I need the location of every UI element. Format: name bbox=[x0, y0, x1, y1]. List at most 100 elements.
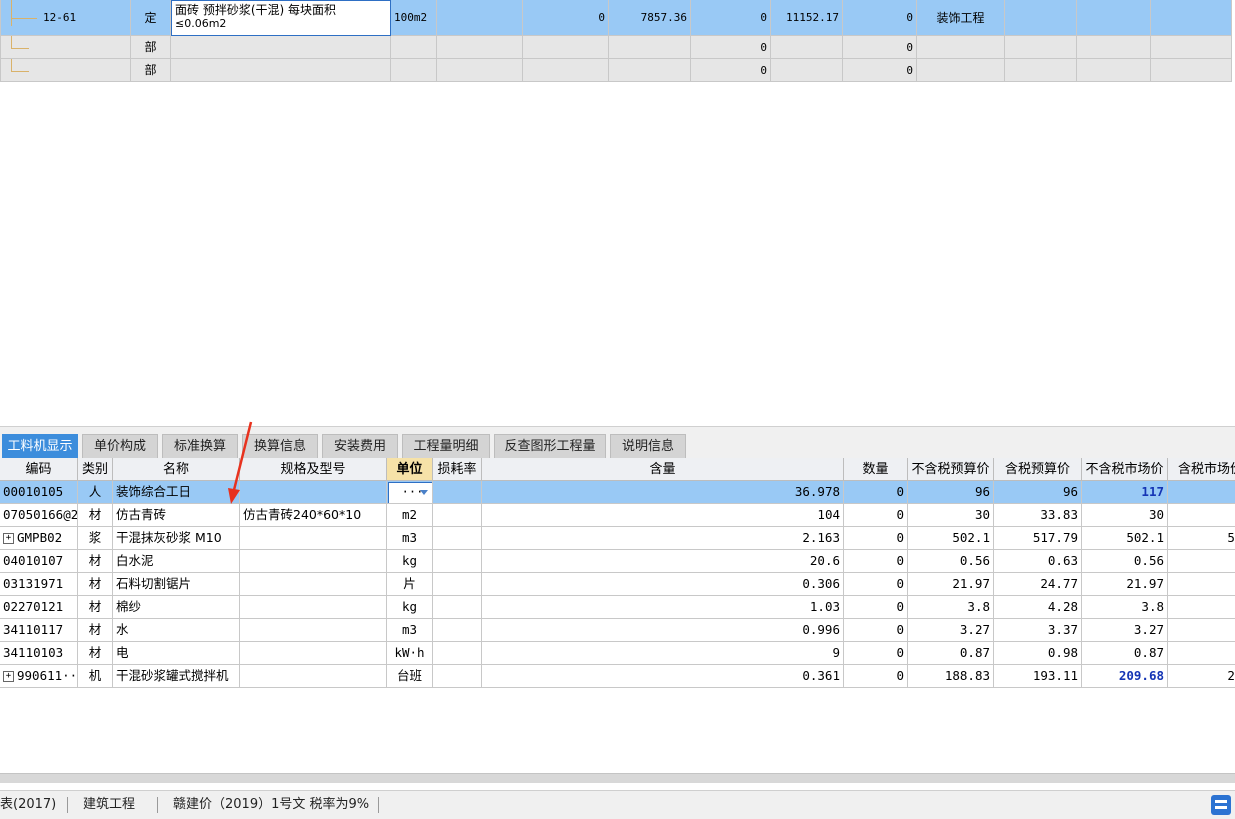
chevron-down-icon[interactable] bbox=[420, 490, 428, 495]
material-name-cell[interactable]: 电 bbox=[113, 642, 240, 665]
material-row[interactable]: 07050166@2 材仿古青砖 仿古青砖240*60*10 m2 104 0 30 33.8… bbox=[0, 504, 1235, 527]
material-p3-cell[interactable]: 3.8 bbox=[1082, 596, 1168, 619]
quota-empty-cell[interactable] bbox=[437, 36, 523, 59]
material-unit-cell[interactable]: m3 bbox=[387, 527, 433, 550]
material-loss-cell[interactable] bbox=[433, 642, 482, 665]
material-p2-cell[interactable]: 33.83 bbox=[994, 504, 1082, 527]
material-cat-cell[interactable]: 材 bbox=[78, 504, 113, 527]
quota-empty-cell[interactable] bbox=[1077, 0, 1151, 36]
quota-c10-cell[interactable] bbox=[917, 59, 1005, 82]
material-amount-cell[interactable]: 0 bbox=[844, 619, 908, 642]
column-header-loss[interactable]: 损耗率 bbox=[433, 458, 482, 481]
material-code-cell[interactable]: +990611··· bbox=[0, 665, 78, 688]
material-p3-cell[interactable]: 3.27 bbox=[1082, 619, 1168, 642]
material-amount-cell[interactable]: 0 bbox=[844, 665, 908, 688]
material-p1-cell[interactable]: 188.83 bbox=[908, 665, 994, 688]
material-amount-cell[interactable]: 0 bbox=[844, 481, 908, 504]
material-loss-cell[interactable] bbox=[433, 527, 482, 550]
column-header-amount[interactable]: 数量 bbox=[844, 458, 908, 481]
material-p3-cell[interactable]: 30 bbox=[1082, 504, 1168, 527]
material-name-cell[interactable]: 干混抹灰砂浆 M10 bbox=[113, 527, 240, 550]
quota-c5-cell[interactable]: 0 bbox=[523, 0, 609, 36]
material-qty-cell[interactable]: 2.163 bbox=[482, 527, 844, 550]
quota-name-cell[interactable]: 面砖 预拌砂浆(干混) 每块面积 ≤0.06m2 bbox=[171, 0, 391, 36]
quota-code-cell[interactable] bbox=[1, 59, 131, 82]
material-code-cell[interactable]: 34110117 bbox=[0, 619, 78, 642]
quota-c9-cell[interactable]: 0 bbox=[843, 0, 917, 36]
material-p4-cell[interactable]: 4 bbox=[1168, 596, 1235, 619]
material-qty-cell[interactable]: 20.6 bbox=[482, 550, 844, 573]
material-p2-cell[interactable]: 96 bbox=[994, 481, 1082, 504]
material-p1-cell[interactable]: 30 bbox=[908, 504, 994, 527]
quota-type-cell[interactable]: 定 bbox=[131, 0, 171, 36]
quota-empty-cell[interactable] bbox=[1005, 36, 1077, 59]
quota-empty-cell[interactable] bbox=[1005, 59, 1077, 82]
material-unit-cell[interactable]: kW·h bbox=[387, 642, 433, 665]
material-amount-cell[interactable]: 0 bbox=[844, 550, 908, 573]
material-name-cell[interactable]: 干混砂浆罐式搅拌机 bbox=[113, 665, 240, 688]
material-p2-cell[interactable]: 24.77 bbox=[994, 573, 1082, 596]
material-loss-cell[interactable] bbox=[433, 504, 482, 527]
material-name-cell[interactable]: 石料切割锯片 bbox=[113, 573, 240, 596]
material-row[interactable]: 00010105 人装饰综合工日 ··· 36.978 0 96 96 117 bbox=[0, 481, 1235, 504]
quota-row[interactable]: 部 0 0 bbox=[1, 36, 1232, 59]
material-p3-cell[interactable]: 502.1 bbox=[1082, 527, 1168, 550]
tab-6[interactable]: 反查图形工程量 bbox=[494, 434, 606, 458]
quota-type-cell[interactable]: 部 bbox=[131, 36, 171, 59]
material-p1-cell[interactable]: 0.56 bbox=[908, 550, 994, 573]
quota-unit-cell[interactable]: 100m2 bbox=[391, 0, 437, 36]
quota-empty-cell[interactable] bbox=[437, 59, 523, 82]
quota-c10-cell[interactable]: 装饰工程 bbox=[917, 0, 1005, 36]
material-qty-cell[interactable]: 0.996 bbox=[482, 619, 844, 642]
material-loss-cell[interactable] bbox=[433, 619, 482, 642]
material-amount-cell[interactable]: 0 bbox=[844, 504, 908, 527]
column-header-p1[interactable]: 不含税预算价 bbox=[908, 458, 994, 481]
material-cat-cell[interactable]: 材 bbox=[78, 642, 113, 665]
material-qty-cell[interactable]: 0.361 bbox=[482, 665, 844, 688]
quota-c5-cell[interactable] bbox=[523, 59, 609, 82]
material-p4-cell[interactable]: 0 bbox=[1168, 550, 1235, 573]
material-amount-cell[interactable]: 0 bbox=[844, 573, 908, 596]
tab-7[interactable]: 说明信息 bbox=[610, 434, 686, 458]
material-qty-cell[interactable]: 104 bbox=[482, 504, 844, 527]
material-p2-cell[interactable]: 0.98 bbox=[994, 642, 1082, 665]
material-spec-cell[interactable] bbox=[240, 550, 387, 573]
expand-icon[interactable]: + bbox=[3, 533, 14, 544]
material-unit-cell[interactable]: m2 bbox=[387, 504, 433, 527]
material-code-cell[interactable]: 00010105 bbox=[0, 481, 78, 504]
quota-c10-cell[interactable] bbox=[917, 36, 1005, 59]
material-loss-cell[interactable] bbox=[433, 550, 482, 573]
material-code-cell[interactable]: 34110103 bbox=[0, 642, 78, 665]
quota-c9-cell[interactable]: 0 bbox=[843, 59, 917, 82]
material-p4-cell[interactable]: 24 bbox=[1168, 573, 1235, 596]
material-cat-cell[interactable]: 人 bbox=[78, 481, 113, 504]
column-header-unit[interactable]: 单位 bbox=[387, 458, 433, 481]
quota-empty-cell[interactable] bbox=[1151, 36, 1232, 59]
material-p4-cell[interactable]: 0 bbox=[1168, 642, 1235, 665]
material-p3-cell[interactable]: 0.87 bbox=[1082, 642, 1168, 665]
material-cat-cell[interactable]: 浆 bbox=[78, 527, 113, 550]
material-unit-cell[interactable]: m3 bbox=[387, 619, 433, 642]
material-row[interactable]: 34110117材水m30.99603.273.373.273 bbox=[0, 619, 1235, 642]
material-cat-cell[interactable]: 材 bbox=[78, 619, 113, 642]
material-p1-cell[interactable]: 3.27 bbox=[908, 619, 994, 642]
expand-icon[interactable]: + bbox=[3, 671, 14, 682]
quota-c8-cell[interactable]: 11152.17 bbox=[771, 0, 843, 36]
material-code-cell[interactable]: 07050166@2 bbox=[0, 504, 78, 527]
tab-0[interactable]: 工料机显示 bbox=[2, 434, 78, 458]
material-qty-cell[interactable]: 9 bbox=[482, 642, 844, 665]
quota-empty-cell[interactable] bbox=[437, 0, 523, 36]
material-loss-cell[interactable] bbox=[433, 573, 482, 596]
tab-5[interactable]: 工程量明细 bbox=[402, 434, 490, 458]
material-p4-cell[interactable]: 517 bbox=[1168, 527, 1235, 550]
material-amount-cell[interactable]: 0 bbox=[844, 642, 908, 665]
material-spec-cell[interactable] bbox=[240, 596, 387, 619]
material-p1-cell[interactable]: 3.8 bbox=[908, 596, 994, 619]
quota-c7-cell[interactable]: 0 bbox=[691, 36, 771, 59]
quota-unit-cell[interactable] bbox=[391, 59, 437, 82]
column-header-p2[interactable]: 含税预算价 bbox=[994, 458, 1082, 481]
material-loss-cell[interactable] bbox=[433, 665, 482, 688]
material-p1-cell[interactable]: 96 bbox=[908, 481, 994, 504]
quota-name-cell[interactable] bbox=[171, 59, 391, 82]
material-amount-cell[interactable]: 0 bbox=[844, 596, 908, 619]
